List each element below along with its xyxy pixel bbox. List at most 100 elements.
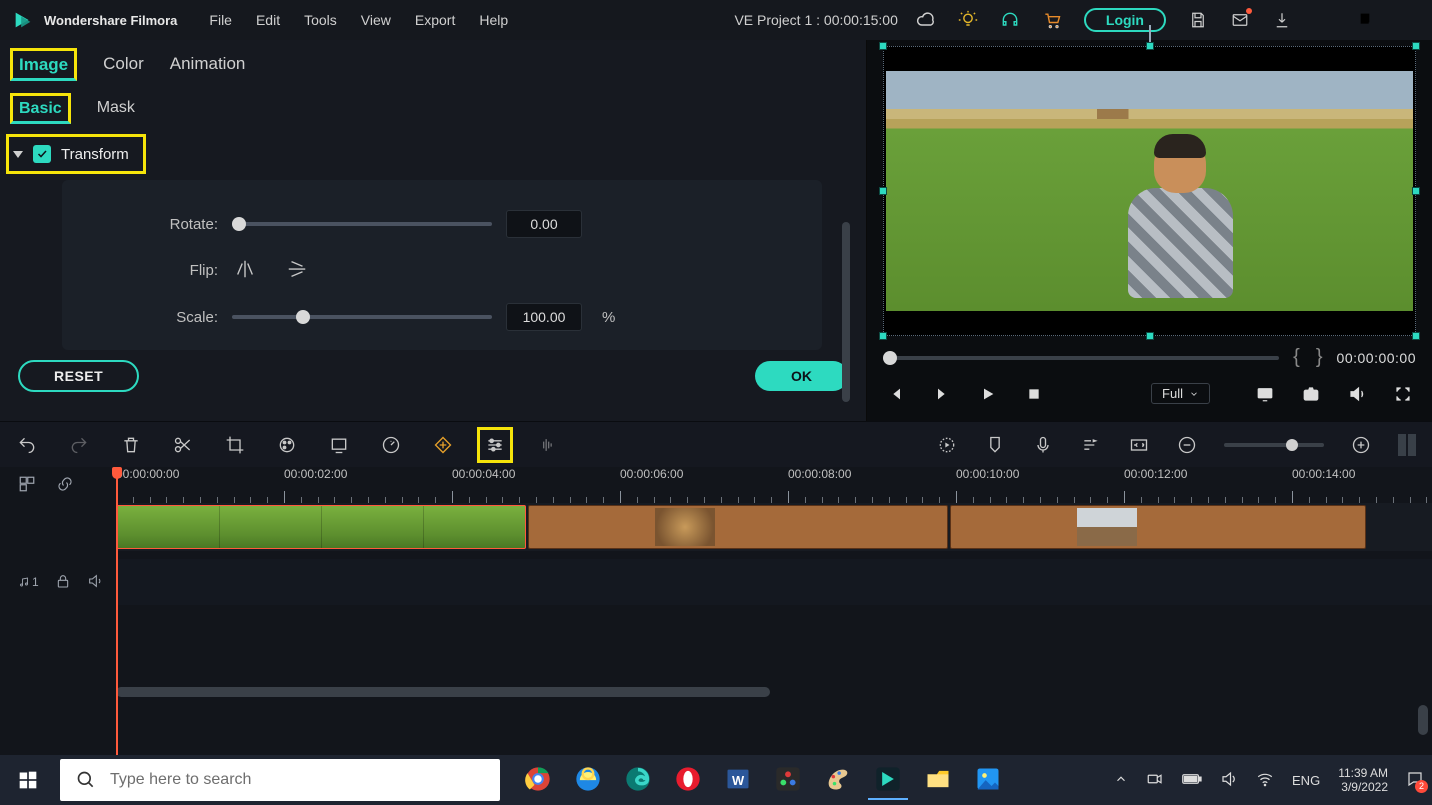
- menu-export[interactable]: Export: [415, 12, 455, 28]
- menu-edit[interactable]: Edit: [256, 12, 280, 28]
- fullscreen-icon[interactable]: [1394, 385, 1412, 403]
- taskbar-app-filmora[interactable]: [868, 760, 908, 800]
- timeline-hscroll[interactable]: [116, 685, 1424, 699]
- zoom-out-icon[interactable]: [1176, 434, 1198, 456]
- color-icon[interactable]: [276, 434, 298, 456]
- window-close-icon[interactable]: [1400, 11, 1418, 29]
- reset-button[interactable]: RESET: [18, 360, 139, 392]
- tray-volume-icon[interactable]: [1220, 770, 1238, 791]
- menu-help[interactable]: Help: [479, 12, 508, 28]
- taskbar-app-opera[interactable]: [668, 760, 708, 800]
- taskbar-app-explorer[interactable]: [918, 760, 958, 800]
- flip-vertical-icon[interactable]: [286, 258, 308, 283]
- rotate-value[interactable]: 0.00: [506, 210, 582, 238]
- adjust-icon[interactable]: [484, 434, 506, 456]
- resize-handle[interactable]: [1412, 332, 1420, 340]
- resize-handle[interactable]: [1146, 42, 1154, 50]
- resize-handle[interactable]: [1146, 332, 1154, 340]
- stop-icon[interactable]: [1025, 385, 1043, 403]
- tab-animation[interactable]: Animation: [170, 54, 246, 74]
- tab-color[interactable]: Color: [103, 54, 144, 74]
- taskbar-app-photos[interactable]: [968, 760, 1008, 800]
- timeline-vscroll[interactable]: [1418, 705, 1428, 735]
- window-restore-icon[interactable]: [1356, 11, 1374, 29]
- download-icon[interactable]: [1272, 10, 1292, 30]
- rotate-slider[interactable]: [232, 222, 492, 226]
- subtab-mask[interactable]: Mask: [97, 99, 135, 117]
- flip-horizontal-icon[interactable]: [234, 258, 256, 283]
- voiceover-icon[interactable]: [1032, 434, 1054, 456]
- tab-image[interactable]: Image: [10, 48, 77, 81]
- scale-slider[interactable]: [232, 315, 492, 319]
- tray-battery-icon[interactable]: [1182, 772, 1202, 789]
- mark-out-icon[interactable]: }: [1316, 346, 1323, 369]
- preview-seekbar[interactable]: [883, 356, 1279, 360]
- headset-icon[interactable]: [1000, 10, 1020, 30]
- delete-icon[interactable]: [120, 434, 142, 456]
- accordion-transform-header[interactable]: Transform: [6, 134, 146, 174]
- start-button[interactable]: [8, 760, 48, 800]
- menu-view[interactable]: View: [361, 12, 391, 28]
- resize-handle[interactable]: [1412, 187, 1420, 195]
- quality-select[interactable]: Full: [1151, 383, 1210, 404]
- taskbar-app-word[interactable]: W: [718, 760, 758, 800]
- track-size-icons[interactable]: [1398, 434, 1416, 456]
- tray-language[interactable]: ENG: [1292, 773, 1320, 788]
- message-icon[interactable]: [1230, 10, 1250, 30]
- clip-3[interactable]: [950, 505, 1366, 549]
- resize-handle[interactable]: [879, 42, 887, 50]
- mark-in-icon[interactable]: {: [1293, 346, 1300, 369]
- lock-icon[interactable]: [55, 573, 71, 592]
- cloud-icon[interactable]: [916, 10, 936, 30]
- login-button[interactable]: Login: [1084, 8, 1166, 32]
- menu-tools[interactable]: Tools: [304, 12, 337, 28]
- audio-adjust-icon[interactable]: [536, 434, 558, 456]
- play-icon[interactable]: [979, 385, 997, 403]
- resize-handle[interactable]: [1412, 42, 1420, 50]
- clip-1[interactable]: [116, 505, 526, 549]
- clip-2[interactable]: [528, 505, 948, 549]
- display-icon[interactable]: [1256, 385, 1274, 403]
- step-forward-icon[interactable]: [933, 385, 951, 403]
- window-minimize-icon[interactable]: [1312, 11, 1330, 29]
- taskbar-search[interactable]: Type here to search: [60, 759, 500, 801]
- render-preview-icon[interactable]: [936, 434, 958, 456]
- redo-icon[interactable]: [68, 434, 90, 456]
- inspector-scrollbar[interactable]: [842, 222, 850, 402]
- mute-icon[interactable]: [87, 573, 103, 592]
- tray-chevron-up-icon[interactable]: [1114, 772, 1128, 789]
- tray-clock[interactable]: 11:39 AM 3/9/2022: [1338, 766, 1388, 794]
- keyframe-icon[interactable]: [432, 434, 454, 456]
- cart-icon[interactable]: [1042, 10, 1062, 30]
- subtab-basic[interactable]: Basic: [10, 93, 71, 124]
- zoom-slider[interactable]: [1224, 443, 1324, 447]
- speed-icon[interactable]: [380, 434, 402, 456]
- playhead[interactable]: [116, 467, 118, 755]
- menu-file[interactable]: File: [209, 12, 232, 28]
- fit-width-icon[interactable]: [1128, 434, 1150, 456]
- taskbar-app-chrome[interactable]: [518, 760, 558, 800]
- select-all-tracks-icon[interactable]: [18, 475, 36, 496]
- ok-button[interactable]: OK: [755, 361, 848, 391]
- volume-icon[interactable]: [1348, 385, 1366, 403]
- zoom-in-icon[interactable]: [1350, 434, 1372, 456]
- taskbar-app-edge[interactable]: [618, 760, 658, 800]
- tray-meet-now-icon[interactable]: [1146, 770, 1164, 791]
- scale-value[interactable]: 100.00: [506, 303, 582, 331]
- taskbar-app-resolve[interactable]: [768, 760, 808, 800]
- transform-checkbox[interactable]: [33, 145, 51, 163]
- snapshot-icon[interactable]: [1302, 385, 1320, 403]
- taskbar-app-ie[interactable]: [568, 760, 608, 800]
- marker-icon[interactable]: [984, 434, 1006, 456]
- step-back-icon[interactable]: [887, 385, 905, 403]
- lightbulb-icon[interactable]: [958, 10, 978, 30]
- rotate-handle-icon[interactable]: [1149, 25, 1151, 43]
- resize-handle[interactable]: [879, 332, 887, 340]
- save-icon[interactable]: [1188, 10, 1208, 30]
- tray-wifi-icon[interactable]: [1256, 770, 1274, 791]
- taskbar-app-paint[interactable]: [818, 760, 858, 800]
- crop-icon[interactable]: [224, 434, 246, 456]
- tray-notifications-icon[interactable]: 2: [1406, 770, 1424, 791]
- audio-mixer-icon[interactable]: [1080, 434, 1102, 456]
- resize-handle[interactable]: [879, 187, 887, 195]
